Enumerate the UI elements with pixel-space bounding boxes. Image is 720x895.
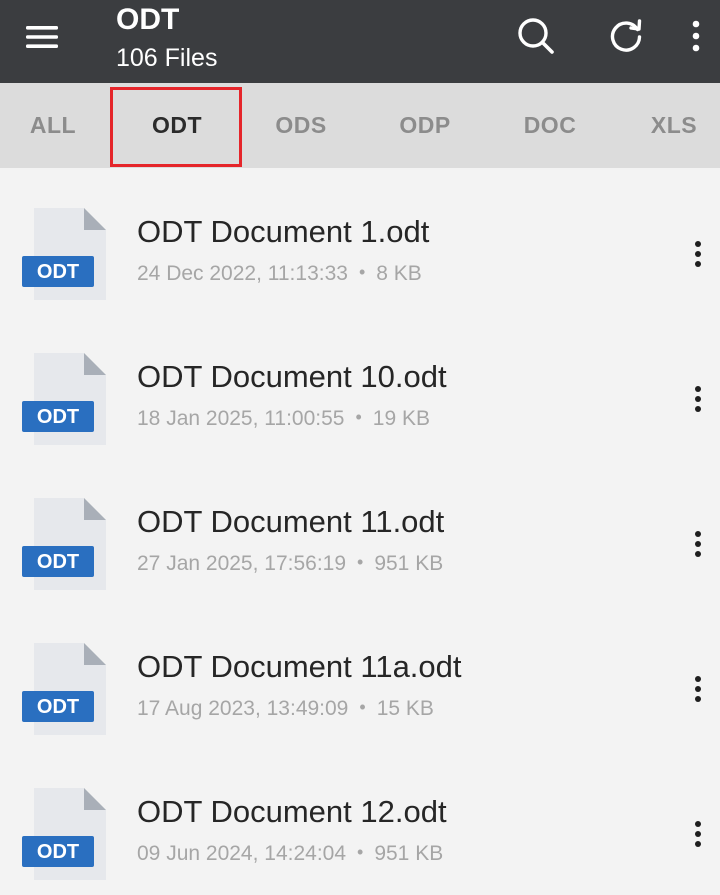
tab-doc[interactable]: DOC: [488, 83, 612, 168]
search-icon: [518, 18, 554, 54]
odt-file-icon: ODT: [22, 643, 106, 735]
file-size: 951 KB: [374, 552, 444, 575]
file-type-badge: ODT: [37, 406, 79, 428]
meta-separator: •: [357, 842, 364, 862]
odt-file-icon: ODT: [22, 498, 106, 590]
file-type-badge: ODT: [37, 696, 79, 718]
odt-file-icon: ODT: [22, 353, 106, 445]
odt-file-icon: ODT: [22, 788, 106, 880]
tab-odp[interactable]: ODP: [362, 83, 488, 168]
file-name: ODT Document 1.odt: [137, 214, 430, 249]
tab-xls[interactable]: XLS: [614, 83, 720, 168]
app-root: ODT 106 Files ALL ODT ODS ODP DOC XLS OD…: [0, 0, 720, 895]
refresh-icon: [610, 19, 642, 52]
more-vertical-icon: [695, 386, 701, 412]
file-options-button[interactable]: [680, 377, 716, 421]
file-options-button[interactable]: [680, 667, 716, 711]
meta-separator: •: [358, 262, 366, 282]
tab-odt[interactable]: ODT: [114, 83, 240, 168]
more-vertical-icon: [695, 676, 701, 702]
file-type-tabs: ALL ODT ODS ODP DOC XLS: [0, 83, 720, 168]
file-date: 18 Jan 2025, 11:00:55: [137, 407, 345, 430]
more-vertical-icon: [695, 531, 701, 557]
file-list: ODT ODT Document 1.odt 24 Dec 2022, 11:1…: [0, 168, 720, 895]
file-name: ODT Document 11.odt: [137, 504, 445, 539]
search-button[interactable]: [512, 12, 560, 60]
file-date: 09 Jun 2024, 14:24:04: [137, 842, 347, 865]
refresh-button[interactable]: [602, 12, 650, 60]
file-options-button[interactable]: [680, 812, 716, 856]
menu-icon: [26, 26, 58, 48]
file-size: 19 KB: [372, 407, 430, 430]
more-vertical-icon: [695, 821, 701, 847]
file-size: 8 KB: [376, 262, 422, 285]
file-count: 106 Files: [116, 44, 218, 72]
page-title: ODT: [116, 3, 180, 36]
more-vertical-icon: [695, 241, 701, 267]
file-date: 17 Aug 2023, 13:49:09: [137, 697, 349, 720]
title-block: ODT 106 Files: [116, 2, 217, 73]
file-type-badge: ODT: [37, 261, 79, 283]
meta-separator: •: [357, 552, 364, 572]
menu-button[interactable]: [16, 14, 68, 60]
overflow-menu-button[interactable]: [674, 12, 718, 60]
file-row[interactable]: ODT ODT Document 12.odt 09 Jun 2024, 14:…: [0, 748, 720, 893]
file-row[interactable]: ODT ODT Document 10.odt 18 Jan 2025, 11:…: [0, 313, 720, 458]
tab-all[interactable]: ALL: [0, 83, 106, 168]
file-meta: 27 Jan 2025, 17:56:19 • 951 KB: [137, 551, 443, 577]
tab-ods[interactable]: ODS: [240, 83, 362, 168]
more-vertical-icon: [692, 20, 700, 52]
file-meta: 17 Aug 2023, 13:49:09 • 15 KB: [137, 696, 434, 722]
file-name: ODT Document 11a.odt: [137, 649, 462, 684]
file-meta: 18 Jan 2025, 11:00:55 • 19 KB: [137, 406, 430, 432]
file-row[interactable]: ODT ODT Document 11.odt 27 Jan 2025, 17:…: [0, 458, 720, 603]
file-size: 951 KB: [374, 842, 444, 865]
file-row[interactable]: ODT ODT Document 1.odt 24 Dec 2022, 11:1…: [0, 168, 720, 313]
odt-file-icon: ODT: [22, 208, 106, 300]
file-meta: 09 Jun 2024, 14:24:04 • 951 KB: [137, 841, 443, 867]
file-options-button[interactable]: [680, 232, 716, 276]
file-name: ODT Document 12.odt: [137, 794, 447, 829]
file-name: ODT Document 10.odt: [137, 359, 447, 394]
file-date: 24 Dec 2022, 11:13:33: [137, 262, 348, 285]
meta-separator: •: [355, 407, 362, 427]
file-row[interactable]: ODT ODT Document 11a.odt 17 Aug 2023, 13…: [0, 603, 720, 748]
app-bar: ODT 106 Files: [0, 0, 720, 83]
file-date: 27 Jan 2025, 17:56:19: [137, 552, 347, 575]
file-type-badge: ODT: [37, 551, 79, 573]
file-meta: 24 Dec 2022, 11:13:33 • 8 KB: [137, 261, 422, 287]
file-size: 15 KB: [376, 697, 434, 720]
file-options-button[interactable]: [680, 522, 716, 566]
file-type-badge: ODT: [37, 841, 79, 863]
meta-separator: •: [359, 697, 366, 717]
